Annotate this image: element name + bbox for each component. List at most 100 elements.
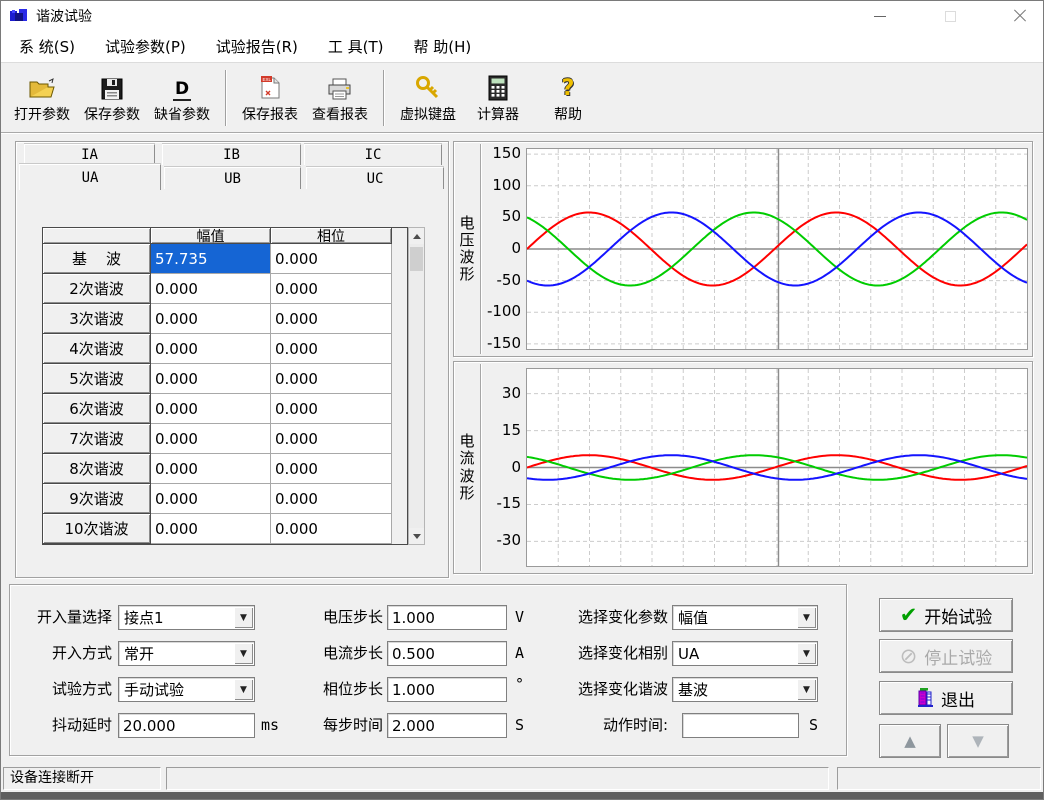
vary-harmonic-dropdown[interactable]: 基波▼: [672, 677, 818, 702]
phase-cell[interactable]: 0.000: [271, 454, 392, 484]
action-time-input[interactable]: [682, 713, 799, 738]
row-label: 3次谐波: [43, 304, 151, 334]
debounce-delay-input[interactable]: [118, 713, 255, 738]
step-time-input[interactable]: [387, 713, 507, 738]
scroll-up-icon[interactable]: [409, 228, 424, 244]
tab-ic[interactable]: IC: [304, 144, 442, 165]
step-up-button[interactable]: ▲: [879, 724, 941, 758]
y-tick-label: 100: [492, 176, 521, 194]
current-step-input[interactable]: [387, 641, 507, 666]
toolbar-separator: [225, 70, 227, 126]
input-mode-dropdown[interactable]: 常开▼: [118, 641, 255, 666]
voltage-step-input[interactable]: [387, 605, 507, 630]
default-params-icon: D: [173, 71, 191, 101]
virtual-keyboard-button[interactable]: 虚拟键盘: [393, 67, 463, 129]
amplitude-cell[interactable]: 0.000: [151, 334, 271, 364]
tab-ia[interactable]: IA: [24, 144, 155, 165]
phase-cell[interactable]: 0.000: [271, 244, 392, 274]
amplitude-cell[interactable]: 0.000: [151, 514, 271, 544]
chevron-down-icon[interactable]: ▼: [234, 679, 253, 700]
default-params-button[interactable]: D 缺省参数: [147, 67, 217, 129]
tab-ua[interactable]: UA: [19, 164, 161, 190]
phase-cell[interactable]: 0.000: [271, 274, 392, 304]
save-report-icon: EXL: [258, 71, 282, 101]
table-row: 6次谐波0.0000.000: [43, 394, 407, 424]
amplitude-cell[interactable]: 0.000: [151, 484, 271, 514]
table-row: 9次谐波0.0000.000: [43, 484, 407, 514]
amplitude-cell[interactable]: 0.000: [151, 454, 271, 484]
scroll-down-icon[interactable]: [409, 528, 424, 544]
current-chart-title: 电流波形: [454, 362, 480, 573]
phase-step-input[interactable]: [387, 677, 507, 702]
up-arrow-icon: ▲: [904, 732, 916, 750]
save-params-button[interactable]: 保存参数: [77, 67, 147, 129]
row-label: 基 波: [43, 244, 151, 274]
vary-parameter-dropdown[interactable]: 幅值▼: [672, 605, 818, 630]
phase-cell[interactable]: 0.000: [271, 364, 392, 394]
tab-ib[interactable]: IB: [162, 144, 301, 165]
vary-phase-label: 选择变化相别: [556, 643, 668, 664]
tab-ub[interactable]: UB: [164, 167, 301, 189]
chevron-down-icon[interactable]: ▼: [797, 679, 816, 700]
table-scrollbar[interactable]: [408, 227, 425, 545]
amplitude-cell[interactable]: 0.000: [151, 274, 271, 304]
maximize-button[interactable]: [927, 1, 973, 31]
view-report-icon: [327, 71, 353, 101]
y-tick-label: 30: [502, 384, 521, 402]
voltage-waveform-panel: 电压波形 150100500-50-100-150: [453, 141, 1033, 357]
step-down-button[interactable]: ▼: [947, 724, 1009, 758]
current-waveform-panel: 电流波形 30150-15-30: [453, 361, 1033, 574]
open-params-button[interactable]: 打开参数: [7, 67, 77, 129]
exit-button[interactable]: 退出: [879, 681, 1013, 715]
vary-parameter-label: 选择变化参数: [556, 607, 668, 628]
y-tick-label: 50: [502, 207, 521, 225]
help-button[interactable]: ? 帮助: [533, 67, 603, 129]
row-label: 10次谐波: [43, 514, 151, 544]
vary-phase-dropdown[interactable]: UA▼: [672, 641, 818, 666]
y-tick-label: -150: [487, 334, 521, 352]
minimize-button[interactable]: [857, 1, 903, 31]
close-button[interactable]: [997, 1, 1043, 31]
y-tick-label: 0: [511, 458, 521, 476]
current-step-label: 电流步长: [301, 643, 383, 664]
table-row: 8次谐波0.0000.000: [43, 454, 407, 484]
phase-cell[interactable]: 0.000: [271, 424, 392, 454]
start-test-button[interactable]: ✔ 开始试验: [879, 598, 1013, 632]
menu-test-params[interactable]: 试验参数(P): [105, 36, 186, 57]
binary-input-select-label: 开入量选择: [15, 607, 112, 628]
test-mode-dropdown[interactable]: 手动试验▼: [118, 677, 255, 702]
phase-cell[interactable]: 0.000: [271, 304, 392, 334]
phase-cell[interactable]: 0.000: [271, 334, 392, 364]
menu-help[interactable]: 帮 助(H): [414, 36, 472, 57]
chevron-down-icon[interactable]: ▼: [797, 607, 816, 628]
vary-harmonic-label: 选择变化谐波: [556, 679, 668, 700]
amplitude-cell-selected[interactable]: 57.735: [151, 244, 271, 274]
view-report-button[interactable]: 查看报表: [305, 67, 375, 129]
y-tick-label: 150: [492, 144, 521, 162]
tab-uc[interactable]: UC: [306, 167, 444, 189]
exit-door-icon: [917, 688, 934, 708]
chevron-down-icon[interactable]: ▼: [797, 643, 816, 664]
amplitude-cell[interactable]: 0.000: [151, 304, 271, 334]
phase-step-label: 相位步长: [301, 679, 383, 700]
amplitude-cell[interactable]: 0.000: [151, 364, 271, 394]
menu-tools[interactable]: 工 具(T): [328, 36, 384, 57]
calculator-button[interactable]: 计算器: [463, 67, 533, 129]
chevron-down-icon[interactable]: ▼: [234, 607, 253, 628]
scrollbar-thumb[interactable]: [410, 247, 423, 271]
table-row: 10次谐波0.0000.000: [43, 514, 407, 544]
phase-cell[interactable]: 0.000: [271, 394, 392, 424]
amplitude-cell[interactable]: 0.000: [151, 394, 271, 424]
amplitude-cell[interactable]: 0.000: [151, 424, 271, 454]
chevron-down-icon[interactable]: ▼: [234, 643, 253, 664]
title-bar: 谐波试验: [1, 1, 1043, 31]
down-arrow-icon: ▼: [972, 732, 984, 750]
save-report-button[interactable]: EXL 保存报表: [235, 67, 305, 129]
binary-input-select-dropdown[interactable]: 接点1▼: [118, 605, 255, 630]
phase-cell[interactable]: 0.000: [271, 484, 392, 514]
menu-system[interactable]: 系 统(S): [19, 36, 75, 57]
menu-test-report[interactable]: 试验报告(R): [216, 36, 298, 57]
table-row: 2次谐波0.0000.000: [43, 274, 407, 304]
voltage-chart-title: 电压波形: [454, 142, 480, 356]
phase-cell[interactable]: 0.000: [271, 514, 392, 544]
